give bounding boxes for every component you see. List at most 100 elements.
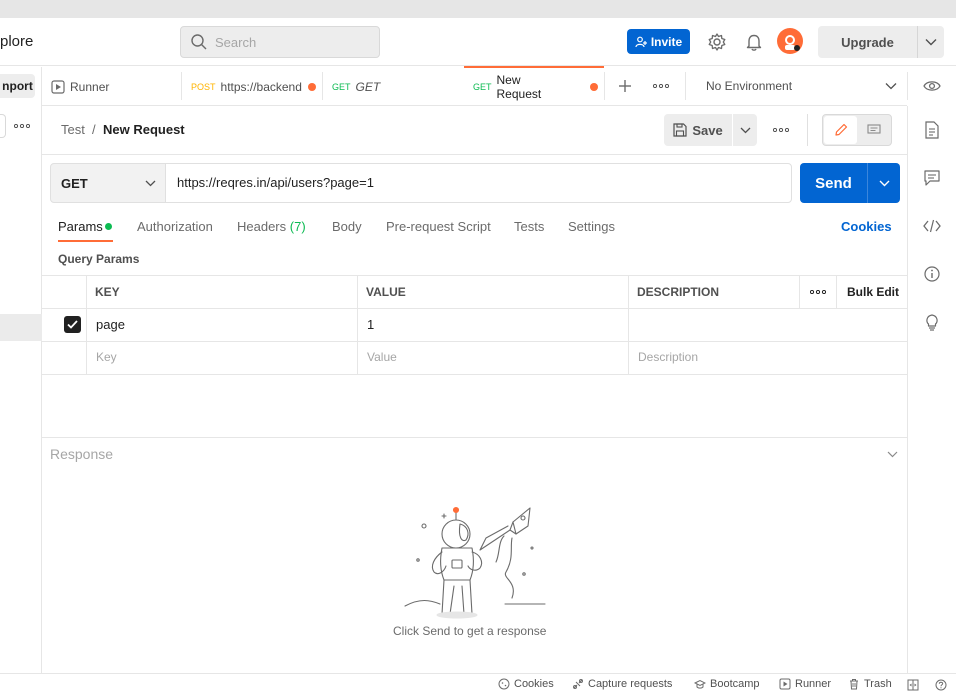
save-icon [673, 123, 687, 137]
cookies-link[interactable]: Cookies [841, 219, 892, 234]
plus-icon[interactable] [615, 76, 635, 96]
statusbar-runner[interactable]: Runner [779, 678, 831, 690]
import-button[interactable]: nport [0, 74, 35, 98]
param-enabled-checkbox[interactable] [64, 316, 81, 333]
param-value-cell[interactable]: 1 [367, 317, 374, 332]
tab-get-request[interactable]: GET GET [332, 67, 457, 106]
tab-tests[interactable]: Tests [514, 219, 544, 234]
avatar[interactable] [777, 28, 803, 54]
tab-authorization[interactable]: Authorization [137, 219, 213, 234]
chevron-down-icon[interactable] [868, 163, 900, 203]
tab-prerequest-script[interactable]: Pre-request Script [386, 219, 491, 234]
statusbar-label: Runner [795, 678, 832, 690]
method-badge: GET [332, 81, 351, 92]
save-label: Save [692, 122, 723, 138]
sidebar-item-selected[interactable] [0, 314, 42, 341]
cookie-icon [498, 678, 510, 690]
more-icon[interactable] [651, 78, 671, 94]
statusbar-bootcamp[interactable]: Bootcamp [694, 678, 760, 690]
astronaut-illustration [400, 502, 550, 620]
sidebar-filter-input[interactable] [0, 114, 6, 138]
statusbar-capture-requests[interactable]: Capture requests [572, 678, 672, 690]
comment-icon[interactable] [922, 168, 942, 188]
pencil-icon [834, 123, 848, 137]
table-border [799, 275, 800, 308]
divider [42, 154, 907, 155]
two-pane-icon[interactable] [906, 678, 920, 692]
params-active-dot [105, 223, 112, 230]
statusbar-trash[interactable]: Trash [848, 678, 892, 690]
tab-settings[interactable]: Settings [568, 219, 615, 234]
environment-selector[interactable]: No Environment [706, 79, 792, 93]
upgrade-button[interactable]: Upgrade [818, 26, 917, 58]
statusbar-label: Capture requests [588, 678, 673, 690]
send-button[interactable]: Send [800, 163, 867, 203]
documentation-icon[interactable] [922, 120, 942, 140]
nav-explore[interactable]: plore [0, 33, 33, 50]
tab-label: GET [355, 79, 381, 94]
statusbar-label: Bootcamp [710, 678, 760, 690]
table-border [42, 308, 907, 309]
unsaved-dot [590, 82, 598, 91]
code-icon[interactable] [922, 216, 942, 236]
divider [322, 72, 323, 100]
chevron-down-icon[interactable] [918, 26, 944, 58]
eye-icon[interactable] [922, 78, 942, 94]
chevron-down-icon[interactable] [884, 78, 898, 94]
bulk-edit-button[interactable]: Bulk Edit [847, 285, 899, 299]
add-user-icon [635, 36, 647, 48]
tab-runner[interactable]: Runner [70, 67, 180, 106]
tab-new-request[interactable]: GET New Request [473, 67, 598, 106]
table-border [86, 275, 87, 375]
lightbulb-icon[interactable] [922, 312, 942, 332]
table-border [836, 275, 837, 308]
capture-icon [572, 678, 584, 690]
graduation-cap-icon [694, 678, 706, 690]
more-icon[interactable] [808, 284, 828, 300]
tab-post-request[interactable]: POST https://backend [191, 67, 316, 106]
gear-icon[interactable] [706, 31, 728, 53]
key-input-placeholder[interactable]: Key [96, 350, 117, 364]
tab-headers[interactable]: Headers (7) [237, 219, 306, 234]
more-icon[interactable] [12, 118, 32, 134]
description-input-placeholder[interactable]: Description [638, 350, 698, 364]
column-header-key: KEY [95, 285, 120, 299]
statusbar-label: Trash [864, 678, 892, 690]
info-icon[interactable] [922, 264, 942, 284]
method-badge: GET [473, 81, 492, 92]
search-input[interactable] [180, 26, 380, 58]
runner-icon [779, 678, 791, 690]
table-border [628, 275, 629, 375]
divider [181, 72, 182, 100]
request-name[interactable]: New Request [103, 122, 185, 137]
right-sidebar [907, 106, 956, 673]
edit-mode-button[interactable] [824, 116, 857, 144]
url-value: https://reqres.in/api/users?page=1 [177, 175, 374, 190]
breadcrumb-collection[interactable]: Test [61, 122, 85, 137]
empty-response-message: Click Send to get a response [393, 624, 547, 638]
chevron-down-icon[interactable] [885, 446, 899, 462]
invite-button[interactable]: Invite [627, 29, 690, 54]
chevron-down-icon[interactable] [143, 175, 157, 191]
unsaved-dot [308, 82, 316, 91]
more-icon[interactable] [771, 122, 791, 138]
chevron-down-icon[interactable] [733, 114, 757, 146]
statusbar-label: Cookies [514, 678, 554, 690]
headers-count: (7) [289, 219, 306, 234]
save-button[interactable]: Save [664, 114, 732, 146]
help-icon[interactable] [934, 678, 948, 692]
table-border [42, 374, 907, 375]
method-value: GET [61, 176, 88, 191]
tab-params[interactable]: Params [58, 219, 103, 234]
invite-label: Invite [650, 34, 683, 49]
method-badge: POST [191, 81, 216, 92]
statusbar-cookies[interactable]: Cookies [498, 678, 554, 690]
divider [685, 72, 686, 100]
runner-icon [51, 80, 65, 94]
value-input-placeholder[interactable]: Value [367, 350, 397, 364]
tab-body[interactable]: Body [332, 219, 362, 234]
column-header-description: DESCRIPTION [637, 285, 720, 299]
bell-icon[interactable] [744, 31, 764, 53]
doc-mode-button[interactable] [858, 116, 890, 144]
param-key-cell[interactable]: page [96, 317, 125, 332]
